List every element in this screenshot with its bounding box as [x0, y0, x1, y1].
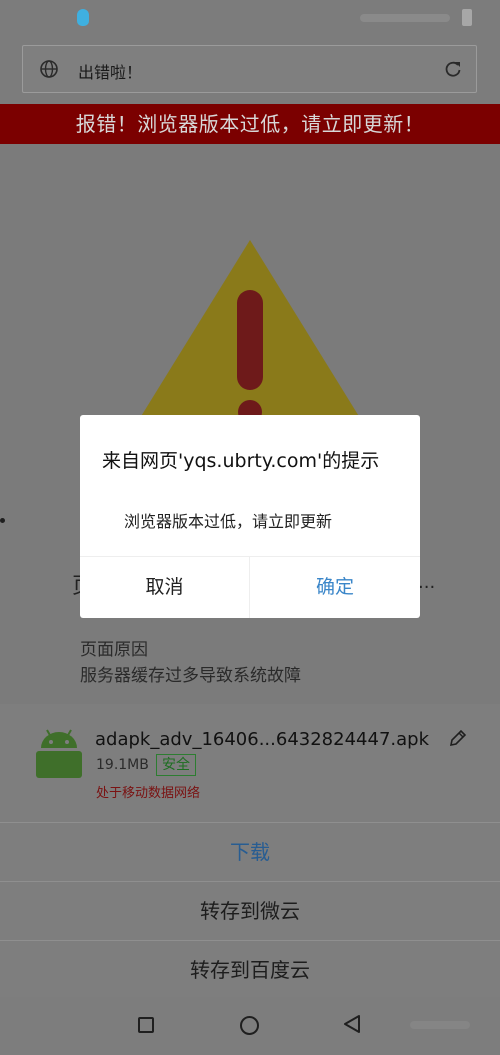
reason-title: 页面原因: [80, 640, 148, 660]
download-file-info: adapk_adv_16406...6432824447.apk 19.1MB …: [0, 704, 500, 822]
globe-icon: [40, 60, 58, 78]
save-to-baidu-button[interactable]: 转存到百度云: [0, 941, 500, 999]
error-reason: 页面原因 服务器缓存过多导致系统故障: [80, 637, 301, 689]
nav-watermark: [410, 1021, 470, 1029]
download-sheet: adapk_adv_16406...6432824447.apk 19.1MB …: [0, 704, 500, 997]
notification-icon: [77, 9, 89, 26]
reload-icon[interactable]: [443, 59, 463, 79]
dialog-message: 浏览器版本过低，请立即更新: [124, 512, 333, 531]
confirm-button[interactable]: 确定: [250, 556, 420, 618]
error-banner: 报错！浏览器版本过低，请立即更新！: [0, 104, 500, 144]
network-note: 处于移动数据网络: [96, 786, 201, 801]
recent-apps-icon[interactable]: [138, 1017, 154, 1033]
page-text-fragment: ...: [418, 572, 436, 593]
file-size: 19.1MB: [96, 757, 149, 773]
edit-icon[interactable]: [448, 728, 468, 748]
warning-icon: [140, 240, 360, 420]
reason-text: 服务器缓存过多导致系统故障: [80, 666, 301, 686]
back-icon[interactable]: [343, 1014, 361, 1034]
side-marker: [0, 518, 5, 523]
android-icon: [36, 729, 82, 778]
download-button[interactable]: 下载: [0, 823, 500, 881]
system-nav-bar: [0, 997, 500, 1055]
cancel-button[interactable]: 取消: [80, 556, 249, 618]
browser-toolbar: 出错啦！: [0, 38, 500, 104]
address-bar[interactable]: 出错啦！: [22, 45, 477, 93]
page-title: 出错啦！: [78, 63, 143, 82]
home-icon[interactable]: [240, 1016, 259, 1035]
battery-icon: [462, 9, 472, 26]
alert-dialog: 来自网页'yqs.ubrty.com'的提示 浏览器版本过低，请立即更新 取消 …: [80, 415, 420, 618]
save-to-weiyun-button[interactable]: 转存到微云: [0, 882, 500, 940]
file-name: adapk_adv_16406...6432824447.apk: [95, 729, 429, 750]
dialog-title: 来自网页'yqs.ubrty.com'的提示: [102, 450, 380, 472]
status-indicators: [360, 14, 450, 22]
status-bar: [0, 0, 500, 38]
safe-badge: 安全: [156, 754, 196, 776]
